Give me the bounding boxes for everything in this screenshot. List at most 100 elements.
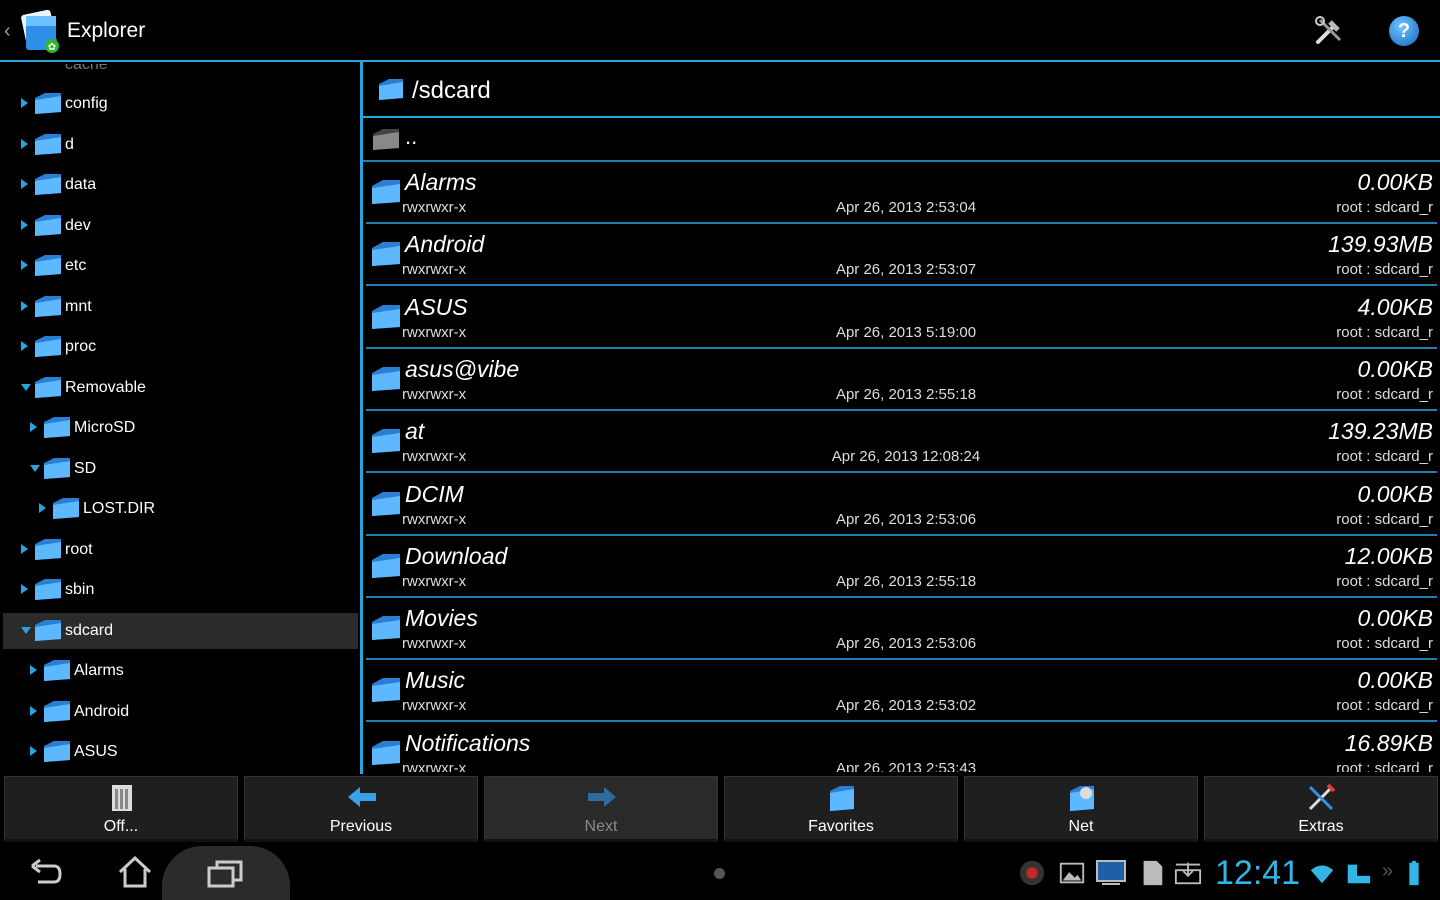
tree-item-cut[interactable]: cache (65, 64, 108, 74)
tree-item[interactable]: Alarms (0, 653, 358, 689)
battery-icon (1409, 860, 1419, 886)
parent-directory-row[interactable]: .. (363, 120, 1440, 162)
file-row[interactable]: Notifications rwxrwxr-x Apr 26, 2013 2:53:… (366, 723, 1437, 772)
collapse-arrow-icon[interactable] (30, 705, 37, 716)
clock: 12:41 (1215, 854, 1301, 892)
file-owner: root : sdcard_r (1336, 261, 1433, 279)
folder-icon (42, 738, 72, 764)
tree-item[interactable]: dev (0, 208, 358, 244)
file-permissions: rwxrwxr-x (402, 261, 467, 279)
tree-item-label: Android (74, 702, 130, 720)
usb-icon[interactable] (1174, 858, 1202, 888)
file-row[interactable]: Download rwxrwxr-x Apr 26, 2013 2:55:18 12.… (366, 536, 1437, 598)
tree-item-label: mnt (65, 297, 92, 315)
tree-item[interactable]: ASUS (0, 734, 358, 770)
file-size: 139.23MB (1328, 418, 1433, 445)
file-size: 0.00KB (1357, 480, 1433, 507)
collapse-arrow-icon[interactable] (21, 341, 28, 351)
tree-item-label: Removable (65, 378, 146, 396)
file-permissions: rwxrwxr-x (402, 759, 467, 772)
record-icon[interactable] (1018, 858, 1046, 888)
tools-icon[interactable] (1312, 14, 1346, 48)
recent-apps-icon[interactable] (205, 858, 245, 890)
tree-item[interactable]: Android (0, 694, 358, 730)
file-size: 0.00KB (1357, 355, 1433, 382)
parent-directory-label: .. (405, 124, 418, 149)
tree-item-label: proc (65, 338, 97, 355)
tree-item[interactable]: sbin (0, 572, 358, 608)
file-date: Apr 26, 2013 2:53:02 (835, 697, 977, 715)
expand-arrow-icon[interactable] (21, 383, 31, 391)
previous-button[interactable]: Previous (244, 776, 478, 842)
parent-folder-icon (373, 129, 399, 150)
favorites-folder-icon (830, 786, 854, 811)
collapse-arrow-icon[interactable] (39, 503, 46, 513)
current-path-bar: /sdcard (363, 64, 1440, 118)
tree-item[interactable]: LOST.DIR (0, 491, 358, 527)
file-row[interactable]: Movies rwxrwxr-x Apr 26, 2013 2:53:06 0.00K… (366, 598, 1437, 661)
file-row[interactable]: asus@vibe rwxrwxr-x Apr 26, 2013 2:55:18 0.… (366, 349, 1437, 411)
folder-icon (33, 90, 63, 116)
net-button[interactable]: Net (964, 776, 1198, 842)
collapse-arrow-icon[interactable] (21, 179, 28, 189)
file-size: 139.93MB (1328, 231, 1433, 258)
file-size: 12.00KB (1344, 542, 1433, 569)
collapse-arrow-icon[interactable] (30, 422, 37, 432)
favorites-button[interactable]: Favorites (724, 776, 958, 842)
extras-button[interactable]: Extras (1204, 776, 1438, 842)
folder-tree: cache config d data dev etc mnt proc Removable M… (0, 64, 360, 772)
collapse-arrow-icon[interactable] (21, 584, 28, 594)
tree-item-label: Alarms (74, 662, 124, 679)
collapse-arrow-icon[interactable] (21, 98, 28, 108)
expand-arrow-icon[interactable] (30, 464, 40, 472)
office-button[interactable]: Off... (4, 776, 238, 842)
arrow-right-icon (588, 787, 616, 807)
file-date: Apr 26, 2013 12:08:24 (831, 448, 981, 466)
home-icon[interactable] (116, 854, 154, 890)
sd-card-icon[interactable] (1138, 858, 1166, 888)
tree-item-label: SD (74, 459, 97, 477)
file-name: Alarms (405, 169, 477, 195)
folder-icon (370, 301, 402, 331)
back-icon[interactable] (28, 856, 64, 890)
collapse-arrow-icon[interactable] (30, 665, 37, 675)
next-button[interactable]: Next (484, 776, 718, 842)
tree-item[interactable]: MicroSD (0, 410, 358, 446)
tree-item[interactable]: etc (0, 248, 358, 284)
screenshot-icon[interactable] (1094, 858, 1128, 888)
explorer-app-icon[interactable]: ✿ (16, 8, 62, 54)
tree-item[interactable]: config (0, 86, 358, 122)
collapse-arrow-icon[interactable] (21, 260, 28, 270)
action-bar: ‹ ✿ Explorer ? (0, 0, 1440, 62)
file-row[interactable]: Alarms rwxrwxr-x Apr 26, 2013 2:53:04 0.00K… (366, 162, 1437, 224)
collapse-arrow-icon[interactable] (21, 543, 28, 554)
collapse-arrow-icon[interactable] (30, 746, 37, 756)
folder-icon (370, 737, 402, 767)
file-name: Download (405, 542, 508, 569)
tree-item[interactable]: root (0, 532, 358, 568)
file-row[interactable]: ASUS rwxrwxr-x Apr 26, 2013 5:19:00 4.00KB r… (366, 287, 1437, 349)
folder-icon (33, 536, 63, 562)
tree-item[interactable]: proc (0, 329, 358, 365)
expand-arrow-icon[interactable] (21, 626, 31, 634)
gallery-icon[interactable] (1058, 858, 1086, 888)
help-icon[interactable]: ? (1389, 16, 1419, 46)
up-caret-icon[interactable]: ‹ (4, 20, 11, 43)
file-row[interactable]: DCIM rwxrwxr-x Apr 26, 2013 2:53:06 0.00KB r… (366, 474, 1437, 536)
collapse-arrow-icon[interactable] (21, 219, 28, 230)
file-row[interactable]: at rwxrwxr-x Apr 26, 2013 12:08:24 139.23MB… (366, 411, 1437, 474)
collapse-arrow-icon[interactable] (21, 300, 28, 311)
tree-item[interactable]: SD (0, 451, 358, 487)
folder-icon (33, 131, 63, 157)
tree-item[interactable]: sdcard (3, 612, 358, 649)
tree-item[interactable]: mnt (0, 289, 358, 325)
collapse-arrow-icon[interactable] (21, 138, 28, 149)
file-row[interactable]: Android rwxrwxr-x Apr 26, 2013 2:53:07 139.… (366, 224, 1437, 287)
file-row[interactable]: Music rwxrwxr-x Apr 26, 2013 2:53:02 0.00KB… (366, 660, 1437, 723)
file-name: Android (405, 231, 485, 258)
tree-item[interactable]: data (0, 167, 358, 203)
tree-item[interactable]: d (0, 127, 358, 163)
system-bar: 12:41 » (0, 846, 1440, 900)
file-size: 4.00KB (1357, 293, 1433, 320)
tree-item[interactable]: Removable (0, 370, 358, 406)
